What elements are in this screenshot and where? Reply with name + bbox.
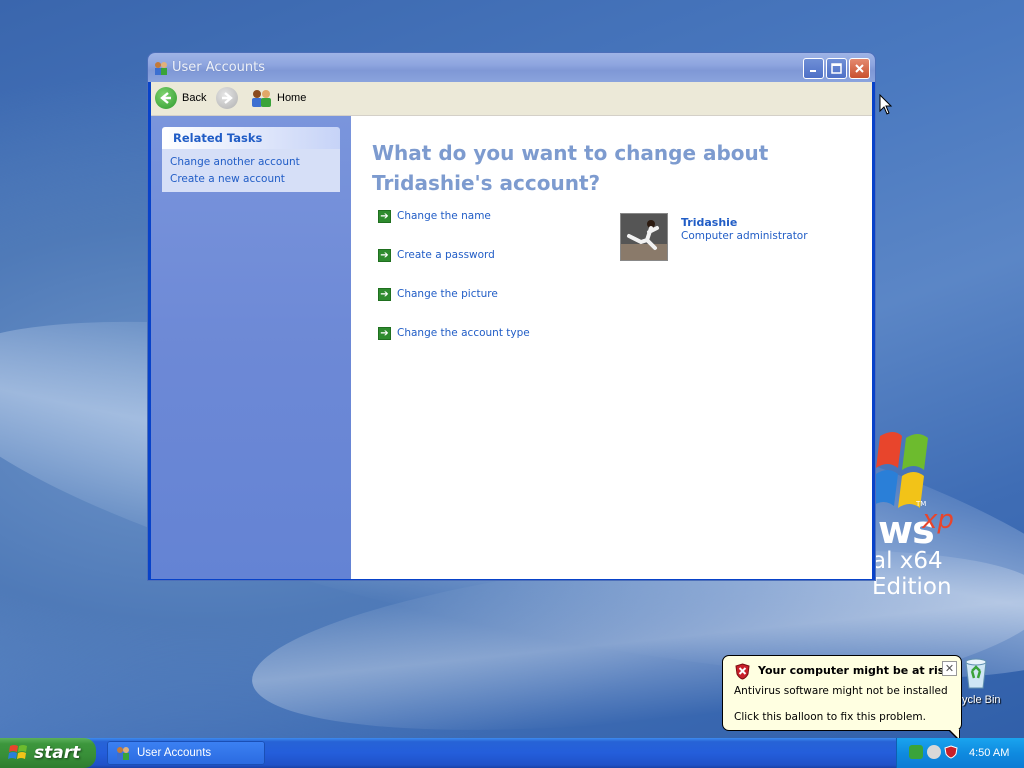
maximize-icon bbox=[831, 63, 842, 74]
user-accounts-icon bbox=[155, 62, 167, 75]
update-tray-icon[interactable] bbox=[927, 745, 941, 759]
forward-arrow-icon bbox=[216, 87, 238, 109]
account-role: Computer administrator bbox=[681, 230, 808, 242]
balloon-message-1: Antivirus software might not be installe… bbox=[734, 685, 948, 697]
action-label: Change the name bbox=[397, 210, 491, 222]
balloon-message-2: Click this balloon to fix this problem. bbox=[734, 711, 926, 723]
green-arrow-icon: ➔ bbox=[378, 248, 391, 262]
user-picture bbox=[620, 213, 668, 261]
balloon-close-button[interactable]: ✕ bbox=[942, 661, 957, 676]
system-tray: 4:50 AM bbox=[896, 738, 1024, 768]
home-button[interactable]: Home bbox=[250, 86, 306, 110]
related-tasks-list: Change another account Create a new acco… bbox=[162, 149, 340, 192]
create-password-link[interactable]: ➔ Create a password bbox=[378, 247, 495, 263]
window-title: User Accounts bbox=[172, 60, 266, 75]
close-button[interactable] bbox=[849, 58, 870, 79]
change-name-link[interactable]: ➔ Change the name bbox=[378, 208, 491, 224]
toolbar: Back Home bbox=[151, 82, 872, 116]
mouse-pointer-icon bbox=[879, 94, 893, 115]
network-tray-icon[interactable] bbox=[909, 745, 923, 759]
balloon-title: Your computer might be at risk bbox=[758, 664, 952, 677]
green-arrow-icon: ➔ bbox=[378, 287, 391, 301]
account-name: Tridashie bbox=[681, 216, 738, 229]
security-shield-icon bbox=[735, 663, 750, 680]
home-label: Home bbox=[277, 92, 307, 104]
maximize-button[interactable] bbox=[826, 58, 847, 79]
recycle-bin-icon[interactable] bbox=[958, 656, 994, 690]
action-label: Change the picture bbox=[397, 288, 498, 300]
create-new-account-link[interactable]: Create a new account bbox=[162, 171, 340, 188]
task-pane: Related Tasks Change another account Cre… bbox=[151, 116, 351, 579]
action-label: Create a password bbox=[397, 249, 495, 261]
security-balloon[interactable]: Your computer might be at risk ✕ Antivir… bbox=[722, 655, 962, 731]
related-tasks-box: Related Tasks Change another account Cre… bbox=[162, 127, 340, 192]
clock[interactable]: 4:50 AM bbox=[969, 747, 1009, 759]
taskbar-item-label: User Accounts bbox=[137, 747, 212, 759]
taskbar: start User Accounts 4:50 AM bbox=[0, 738, 1024, 768]
back-label: Back bbox=[182, 92, 207, 104]
user-accounts-icon bbox=[117, 747, 129, 760]
start-label: start bbox=[34, 743, 81, 763]
user-accounts-window: User Accounts Back Home Related Tasks Ch… bbox=[148, 53, 875, 580]
action-label: Change the account type bbox=[397, 327, 530, 339]
change-picture-link[interactable]: ➔ Change the picture bbox=[378, 286, 498, 302]
back-arrow-icon bbox=[155, 87, 177, 109]
close-icon bbox=[855, 64, 864, 73]
content-area: Related Tasks Change another account Cre… bbox=[151, 116, 872, 579]
change-account-type-link[interactable]: ➔ Change the account type bbox=[378, 325, 530, 341]
minimize-icon bbox=[810, 70, 816, 72]
minimize-button[interactable] bbox=[803, 58, 824, 79]
back-button[interactable]: Back bbox=[155, 86, 206, 110]
edition-text: al x64 Edition bbox=[872, 548, 952, 600]
forward-button[interactable] bbox=[216, 86, 238, 110]
windows-flag-icon bbox=[8, 745, 27, 759]
xp-logo-text: xp bbox=[922, 505, 954, 535]
related-tasks-title: Related Tasks bbox=[162, 127, 340, 149]
recycle-bin-label[interactable]: ycle Bin bbox=[962, 694, 1001, 706]
home-users-icon bbox=[252, 90, 271, 107]
change-another-account-link[interactable]: Change another account bbox=[162, 154, 340, 171]
green-arrow-icon: ➔ bbox=[378, 326, 391, 340]
start-button[interactable]: start bbox=[0, 738, 96, 768]
taskbar-item-user-accounts[interactable]: User Accounts bbox=[107, 741, 265, 765]
security-center-tray-icon[interactable] bbox=[944, 745, 958, 759]
green-arrow-icon: ➔ bbox=[378, 209, 391, 223]
page-heading: What do you want to change about Tridash… bbox=[372, 141, 769, 195]
title-bar[interactable]: User Accounts bbox=[148, 53, 875, 82]
karate-figure-icon bbox=[621, 214, 667, 260]
